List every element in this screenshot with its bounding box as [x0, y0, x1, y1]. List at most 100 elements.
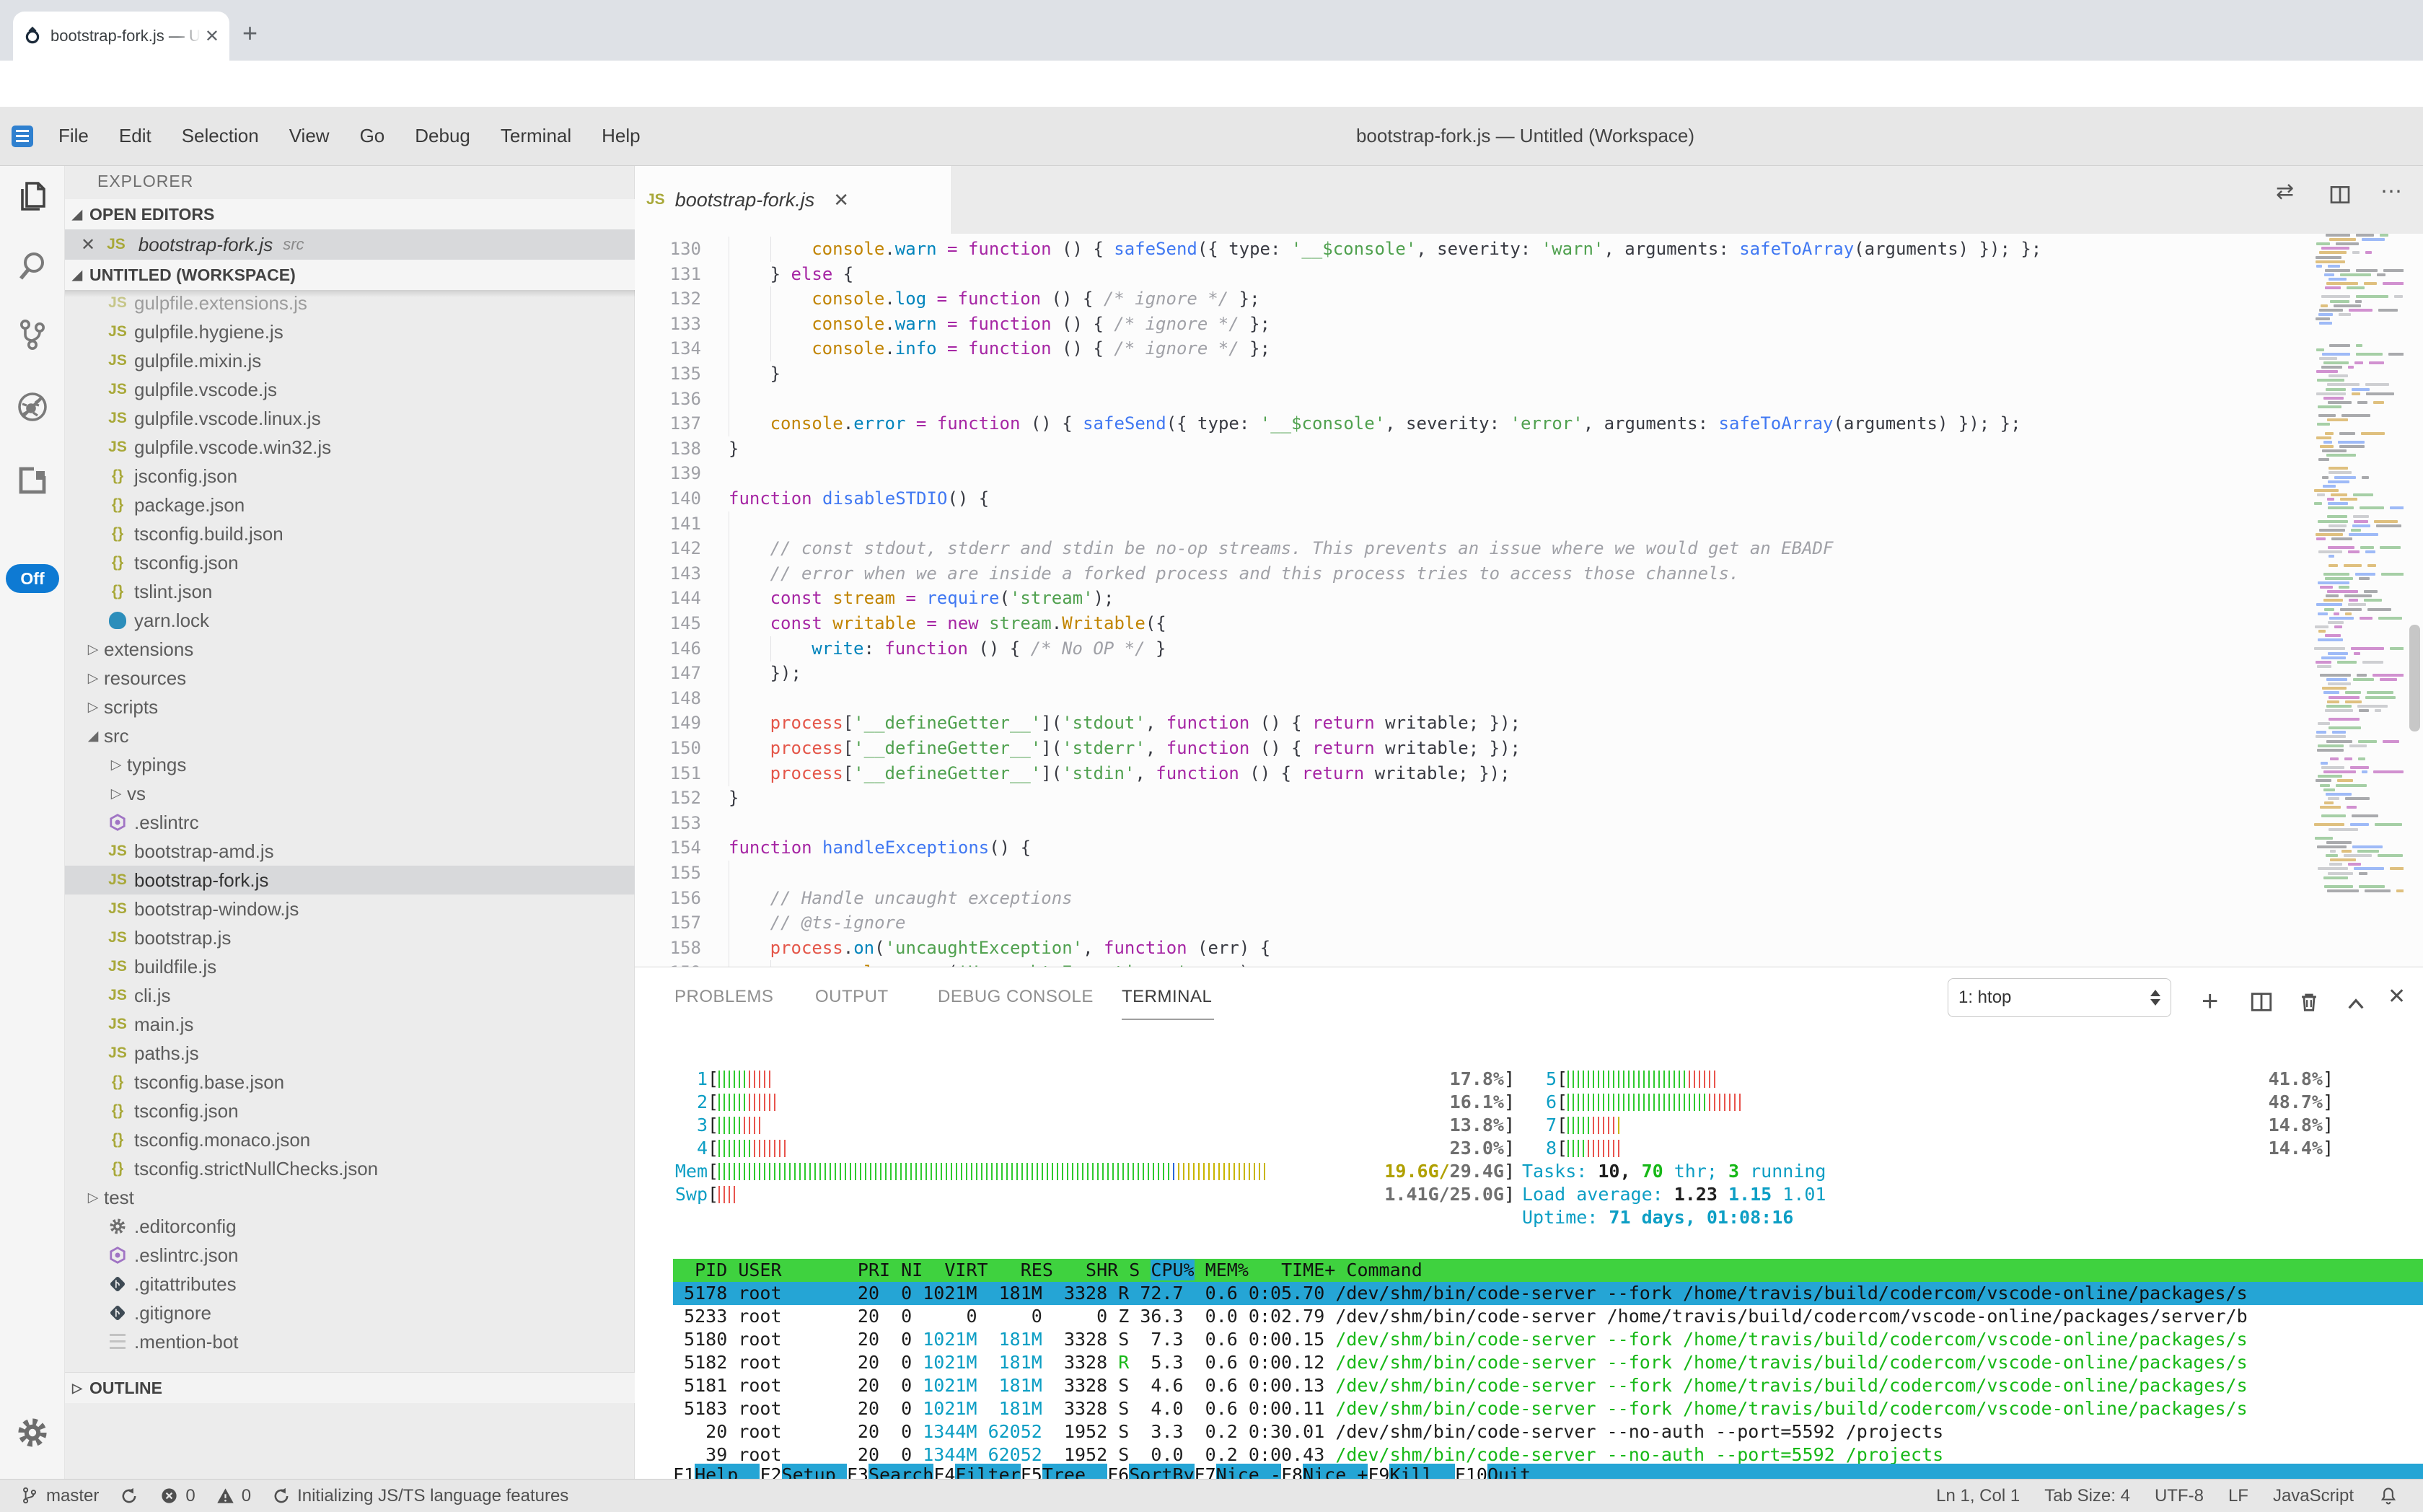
fkey-f9[interactable]: F9	[1368, 1464, 1389, 1479]
tree-item[interactable]: ▷scripts	[65, 693, 635, 721]
tree-item[interactable]: JSgulpfile.vscode.win32.js	[65, 433, 635, 462]
split-editor-icon[interactable]	[2329, 183, 2352, 206]
extensions-icon[interactable]	[15, 463, 50, 498]
settings-gear-icon[interactable]	[15, 1415, 50, 1450]
htop-process-row[interactable]: 20 root 20 0 1344M 62052 1952 S 3.3 0.2 …	[673, 1420, 2423, 1443]
tree-item[interactable]: ◢src	[65, 721, 635, 750]
tree-item[interactable]: JSbootstrap.js	[65, 923, 635, 952]
new-tab-button[interactable]: +	[242, 20, 258, 46]
minimap[interactable]	[2314, 234, 2404, 967]
htop-process-row[interactable]: 5180 root 20 0 1021M 181M 3328 S 7.3 0.6…	[673, 1328, 2423, 1351]
tree-item[interactable]: {}tsconfig.strictNullChecks.json	[65, 1154, 635, 1183]
search-icon[interactable]	[15, 248, 50, 283]
tab-size[interactable]: Tab Size: 4	[2044, 1486, 2130, 1506]
tree-item[interactable]: JSgulpfile.mixin.js	[65, 346, 635, 375]
tree-item[interactable]: {}tsconfig.base.json	[65, 1068, 635, 1096]
tree-item[interactable]: {}tsconfig.json	[65, 548, 635, 577]
errors-item[interactable]: 0	[159, 1486, 195, 1506]
tree-item[interactable]: .gitattributes	[65, 1270, 635, 1298]
fkey-f7[interactable]: F7	[1195, 1464, 1216, 1479]
fkey-f6[interactable]: F6	[1107, 1464, 1129, 1479]
tree-item[interactable]: JSmain.js	[65, 1010, 635, 1039]
terminal-htop[interactable]: 1[17.8%]2[16.1%]3[13.8%]4[23.0%]5[41.8%]…	[673, 1042, 2423, 1479]
tree-item[interactable]: JSpaths.js	[65, 1039, 635, 1068]
menu-selection[interactable]: Selection	[167, 125, 274, 147]
tree-item[interactable]: yarn.lock	[65, 606, 635, 635]
fkey-f4[interactable]: F4	[933, 1464, 955, 1479]
browser-tab[interactable]: bootstrap-fork.js — Untitled (W ✕	[13, 12, 229, 61]
git-branch-item[interactable]: master	[20, 1486, 99, 1506]
tree-item[interactable]: ▷test	[65, 1183, 635, 1212]
tree-item[interactable]: JSbuildfile.js	[65, 952, 635, 981]
fkey-f8[interactable]: F8	[1281, 1464, 1303, 1479]
tree-item[interactable]: JSgulpfile.hygiene.js	[65, 317, 635, 346]
workspace-header[interactable]: ◢ UNTITLED (WORKSPACE)	[65, 260, 635, 290]
tree-item[interactable]: ▷resources	[65, 664, 635, 693]
tree-item[interactable]: {}jsconfig.json	[65, 462, 635, 491]
tree-item[interactable]: ▷vs	[65, 779, 635, 808]
menu-edit[interactable]: Edit	[104, 125, 167, 147]
scrollbar-thumb[interactable]	[2409, 625, 2420, 731]
htop-process-row[interactable]: 5183 root 20 0 1021M 181M 3328 S 4.0 0.6…	[673, 1397, 2423, 1420]
editor-tab[interactable]: JS bootstrap-fork.js ✕	[635, 166, 952, 234]
tree-item[interactable]: JSbootstrap-window.js	[65, 895, 635, 923]
tree-item[interactable]: ▷typings	[65, 750, 635, 779]
tab-problems[interactable]: PROBLEMS	[674, 987, 773, 1007]
new-terminal-icon[interactable]: +	[2202, 985, 2218, 1018]
tree-item[interactable]: {}tsconfig.json	[65, 1096, 635, 1125]
outline-header[interactable]: ▷ OUTLINE	[65, 1372, 635, 1403]
eol[interactable]: LF	[2228, 1486, 2248, 1506]
menu-debug[interactable]: Debug	[400, 125, 485, 147]
close-panel-icon[interactable]: ✕	[2388, 984, 2406, 1009]
explorer-icon[interactable]	[15, 179, 50, 214]
tab-terminal[interactable]: TERMINAL	[1122, 987, 1212, 1007]
tab-output[interactable]: OUTPUT	[815, 987, 889, 1007]
app-logo-icon[interactable]	[12, 126, 33, 147]
fkey-f10[interactable]: F10	[1455, 1464, 1487, 1479]
menu-terminal[interactable]: Terminal	[485, 125, 586, 147]
menu-go[interactable]: Go	[345, 125, 400, 147]
tree-item[interactable]: .eslintrc	[65, 808, 635, 837]
encoding[interactable]: UTF-8	[2155, 1486, 2204, 1506]
notifications-bell-icon[interactable]	[2378, 1486, 2398, 1506]
menu-file[interactable]: File	[43, 125, 104, 147]
tree-item[interactable]: JSgulpfile.vscode.linux.js	[65, 404, 635, 433]
tree-item[interactable]: {}tsconfig.monaco.json	[65, 1125, 635, 1154]
fkey-f2[interactable]: F2	[760, 1464, 781, 1479]
tab-debug-console[interactable]: DEBUG CONSOLE	[938, 987, 1094, 1007]
warnings-item[interactable]: 0	[216, 1486, 251, 1506]
kill-terminal-trash-icon[interactable]	[2297, 990, 2321, 1014]
tree-item[interactable]: .mention-bot	[65, 1327, 635, 1356]
htop-process-row[interactable]: 5178 root 20 0 1021M 181M 3328 R 72.7 0.…	[673, 1282, 2423, 1305]
tree-item[interactable]: {}tslint.json	[65, 577, 635, 606]
tree-item[interactable]: .editorconfig	[65, 1212, 635, 1241]
tree-item[interactable]: {}package.json	[65, 491, 635, 519]
sync-item[interactable]	[119, 1486, 139, 1506]
maximize-panel-icon[interactable]	[2344, 993, 2367, 1016]
open-editor-item[interactable]: ✕ JS bootstrap-fork.js src	[65, 229, 635, 260]
split-terminal-icon[interactable]	[2249, 990, 2274, 1014]
htop-process-row[interactable]: 5181 root 20 0 1021M 181M 3328 S 4.6 0.6…	[673, 1374, 2423, 1397]
close-icon[interactable]: ✕	[833, 189, 849, 211]
tree-item[interactable]: JSgulpfile.vscode.js	[65, 375, 635, 404]
tree-item[interactable]: .eslintrc.json	[65, 1241, 635, 1270]
telemetry-off-badge[interactable]: Off	[6, 564, 59, 593]
editor-scrollbar[interactable]	[2406, 234, 2423, 967]
fkey-f1[interactable]: F1	[673, 1464, 695, 1479]
close-icon[interactable]: ✕	[81, 234, 95, 255]
open-changes-icon[interactable]: ⇄	[2276, 179, 2294, 204]
tree-item[interactable]: JSbootstrap-fork.js	[65, 866, 635, 895]
code-editor[interactable]: 130console.warn = function () { safeSend…	[635, 234, 2423, 967]
more-actions-icon[interactable]: ⋯	[2380, 179, 2402, 204]
tab-close-icon[interactable]: ✕	[205, 26, 219, 47]
terminal-select[interactable]: 1: htop	[1948, 978, 2171, 1017]
fkey-f3[interactable]: F3	[847, 1464, 869, 1479]
language-status-item[interactable]: Initializing JS/TS language features	[271, 1486, 568, 1506]
htop-process-row[interactable]: 5182 root 20 0 1021M 181M 3328 R 5.3 0.6…	[673, 1351, 2423, 1374]
menu-view[interactable]: View	[274, 125, 345, 147]
debug-disabled-icon[interactable]	[15, 390, 50, 424]
language-mode[interactable]: JavaScript	[2273, 1486, 2354, 1506]
tree-item[interactable]: JScli.js	[65, 981, 635, 1010]
source-control-icon[interactable]	[15, 317, 50, 352]
htop-process-row[interactable]: 5233 root 20 0 0 0 0 Z 36.3 0.0 0:02.79 …	[673, 1305, 2423, 1328]
